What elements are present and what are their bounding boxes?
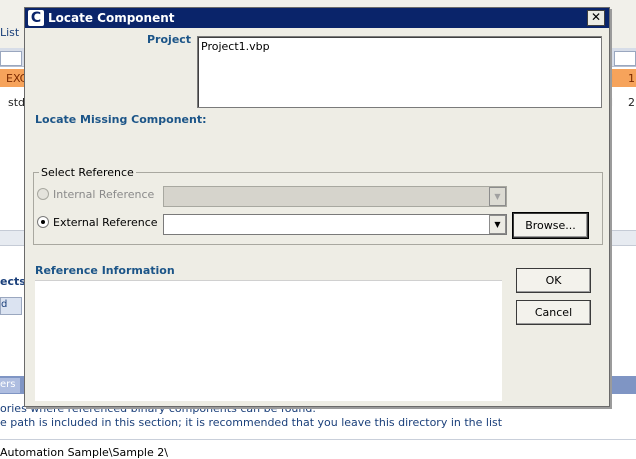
ok-button[interactable]: OK — [516, 268, 591, 293]
dialog-title: Locate Component — [48, 11, 175, 25]
background-bottom-tab[interactable]: ers — [0, 378, 20, 393]
project-field[interactable]: Project1.vbp — [197, 36, 602, 108]
external-reference-dropdown[interactable]: ▼ — [163, 214, 507, 235]
reference-information-box[interactable] — [35, 280, 502, 401]
cancel-button[interactable]: Cancel — [516, 300, 591, 325]
background-tab[interactable] — [614, 51, 636, 66]
background-row-cell: std — [8, 96, 26, 109]
background-path-text: Automation Sample\Sample 2\ — [0, 446, 168, 459]
radio-selected-dot — [41, 220, 45, 224]
background-bottom-tab-label: ers — [0, 379, 16, 390]
external-reference-radio[interactable] — [37, 216, 49, 228]
background-note-line: e path is included in this section; it i… — [0, 416, 503, 429]
background-row-cell: 2 — [628, 96, 635, 109]
chevron-down-icon[interactable]: ▼ — [489, 215, 506, 234]
locate-component-dialog: C Locate Component ✕ Project Project1.vb… — [24, 7, 610, 407]
reference-information-label: Reference Information — [35, 264, 175, 277]
background-divider — [0, 439, 636, 440]
background-row-cell: l — [610, 72, 614, 85]
app-logo-icon: C — [28, 10, 44, 26]
external-reference-label: External Reference — [53, 216, 158, 229]
background-objects-tab-label: d — [1, 299, 8, 310]
close-button[interactable]: ✕ — [587, 10, 605, 26]
background-list-label: List — [0, 26, 20, 39]
background-objects-tab[interactable]: d — [0, 297, 22, 315]
browse-button[interactable]: Browse... — [512, 212, 589, 239]
internal-reference-radio[interactable] — [37, 188, 49, 200]
locate-missing-component-label: Locate Missing Component: — [35, 113, 207, 126]
background-row-cell: 1 — [628, 72, 635, 85]
background-row-cell: l — [610, 96, 614, 109]
project-label: Project — [147, 33, 192, 46]
project-value: Project1.vbp — [201, 40, 270, 53]
internal-reference-label: Internal Reference — [53, 188, 155, 201]
internal-reference-dropdown[interactable]: ▼ — [163, 186, 507, 207]
select-reference-legend: Select Reference — [39, 166, 136, 179]
background-tab[interactable] — [0, 51, 22, 66]
chevron-down-icon[interactable]: ▼ — [489, 187, 506, 206]
